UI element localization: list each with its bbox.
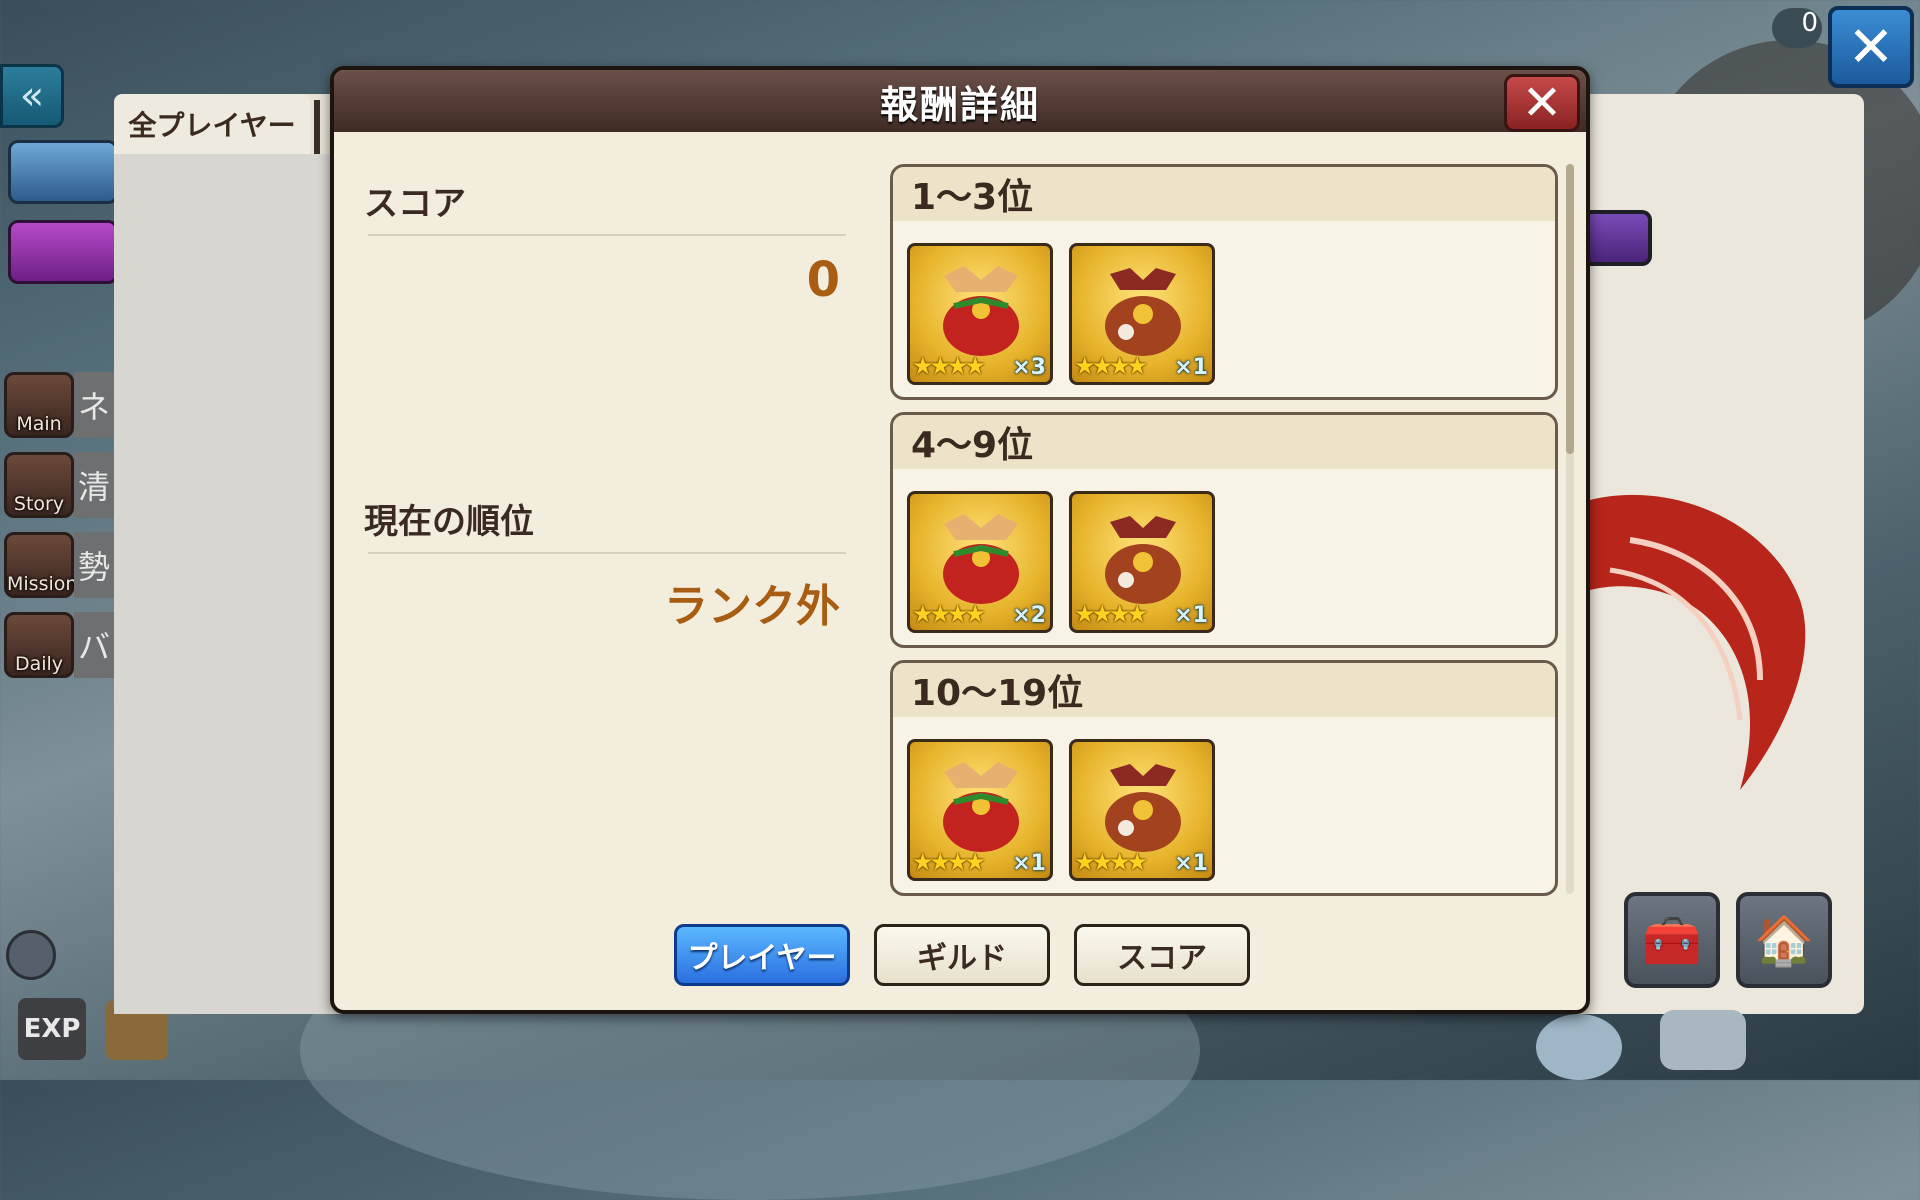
player-tab-button[interactable]: プレイヤー bbox=[674, 924, 850, 986]
daily-menu-button[interactable]: Daily bbox=[4, 612, 74, 678]
reward-scrollbar-thumb[interactable] bbox=[1566, 164, 1574, 454]
item-quantity: ×3 bbox=[1012, 355, 1046, 380]
rank-value: ランク外 bbox=[664, 581, 840, 632]
mission-caption: Mission bbox=[7, 573, 78, 595]
reward-tier-range: 10〜19位 bbox=[893, 663, 1555, 717]
brown-gift-bag-icon bbox=[1105, 516, 1181, 604]
red-gift-bag-item[interactable]: ★★★★ ×3 bbox=[907, 243, 1053, 385]
rarity-stars: ★★★★ bbox=[1074, 848, 1148, 876]
rank-divider bbox=[368, 552, 846, 554]
red-gift-bag-icon bbox=[943, 266, 1019, 356]
main-caption: Main bbox=[16, 413, 62, 435]
mission-menu-button[interactable]: Mission bbox=[4, 532, 78, 598]
story-caption: Story bbox=[13, 493, 65, 515]
tab-all-players[interactable]: 全プレイヤー bbox=[114, 94, 320, 154]
score-value: 0 bbox=[806, 252, 840, 308]
red-tail-artwork bbox=[1590, 494, 1806, 790]
red-gift-bag-item[interactable]: ★★★★ ×1 bbox=[907, 739, 1053, 881]
item-quantity: ×1 bbox=[1012, 851, 1046, 876]
rarity-stars: ★★★★ bbox=[912, 848, 986, 876]
item-quantity: ×1 bbox=[1174, 603, 1208, 628]
brown-gift-bag-item[interactable]: ★★★★ ×1 bbox=[1069, 739, 1215, 881]
rarity-stars: ★★★★ bbox=[912, 352, 986, 380]
add-icon[interactable] bbox=[6, 930, 56, 980]
close-screen-button[interactable]: ✕ bbox=[1828, 6, 1914, 88]
story-menu-button[interactable]: Story bbox=[4, 452, 74, 518]
red-gift-bag-item[interactable]: ★★★★ ×2 bbox=[907, 491, 1053, 633]
item-quantity: ×1 bbox=[1174, 851, 1208, 876]
score-tab-button[interactable]: スコア bbox=[1074, 924, 1250, 986]
chat-face-icon[interactable] bbox=[1536, 1014, 1622, 1080]
score-divider bbox=[368, 234, 846, 236]
reward-tier: 4〜9位 ★★★★ ×2 ★★★★ ×1 bbox=[890, 412, 1558, 648]
mission-tag: 勢 bbox=[74, 532, 114, 598]
main-tag: ネ bbox=[74, 372, 114, 438]
daily-tag: バ bbox=[74, 612, 114, 678]
demon-chip[interactable] bbox=[8, 220, 118, 284]
daily-caption: Daily bbox=[14, 653, 64, 675]
item-quantity: ×1 bbox=[1174, 355, 1208, 380]
message-bubble-icon[interactable] bbox=[1660, 1010, 1746, 1070]
rarity-stars: ★★★★ bbox=[1074, 600, 1148, 628]
rank-label: 現在の順位 bbox=[364, 502, 534, 542]
main-menu-button[interactable]: Main bbox=[4, 372, 74, 438]
guild-tab-button[interactable]: ギルド bbox=[874, 924, 1050, 986]
reward-tier: 1〜3位 ★★★★ ×3 ★★★★ ×1 bbox=[890, 164, 1558, 400]
reward-tier-range: 4〜9位 bbox=[893, 415, 1555, 469]
shop-house-icon[interactable]: 🏠 bbox=[1736, 892, 1832, 988]
avatar-chip[interactable] bbox=[8, 140, 118, 204]
score-label: スコア bbox=[364, 184, 466, 224]
brown-gift-bag-item[interactable]: ★★★★ ×1 bbox=[1069, 491, 1215, 633]
purple-gauge bbox=[1590, 210, 1652, 266]
rarity-stars: ★★★★ bbox=[912, 600, 986, 628]
reward-detail-dialog: 報酬詳細 ✕ スコア 0 現在の順位 ランク外 1〜3位 ★★★★ ×3 ★★★… bbox=[330, 66, 1590, 1014]
item-quantity: ×2 bbox=[1012, 603, 1046, 628]
dialog-title: 報酬詳細 bbox=[879, 82, 1040, 127]
back-arrow-button[interactable]: « bbox=[0, 64, 64, 128]
brown-gift-bag-icon bbox=[1105, 268, 1181, 356]
rarity-stars: ★★★★ bbox=[1074, 352, 1148, 380]
reward-tier: 10〜19位 ★★★★ ×1 ★★★★ ×1 bbox=[890, 660, 1558, 896]
timer-chip: 0 bbox=[1772, 8, 1822, 48]
treasure-chest-icon[interactable]: 🧰 bbox=[1624, 892, 1720, 988]
dialog-header: 報酬詳細 ✕ bbox=[334, 70, 1586, 132]
close-icon[interactable]: ✕ bbox=[1504, 74, 1580, 132]
exp-badge: EXP bbox=[18, 998, 86, 1060]
story-tag: 清 bbox=[74, 452, 114, 518]
brown-gift-bag-icon bbox=[1105, 764, 1181, 852]
red-gift-bag-icon bbox=[943, 762, 1019, 852]
red-gift-bag-icon bbox=[943, 514, 1019, 604]
ranking-list bbox=[114, 154, 330, 1014]
brown-gift-bag-item[interactable]: ★★★★ ×1 bbox=[1069, 243, 1215, 385]
reward-tier-range: 1〜3位 bbox=[893, 167, 1555, 221]
